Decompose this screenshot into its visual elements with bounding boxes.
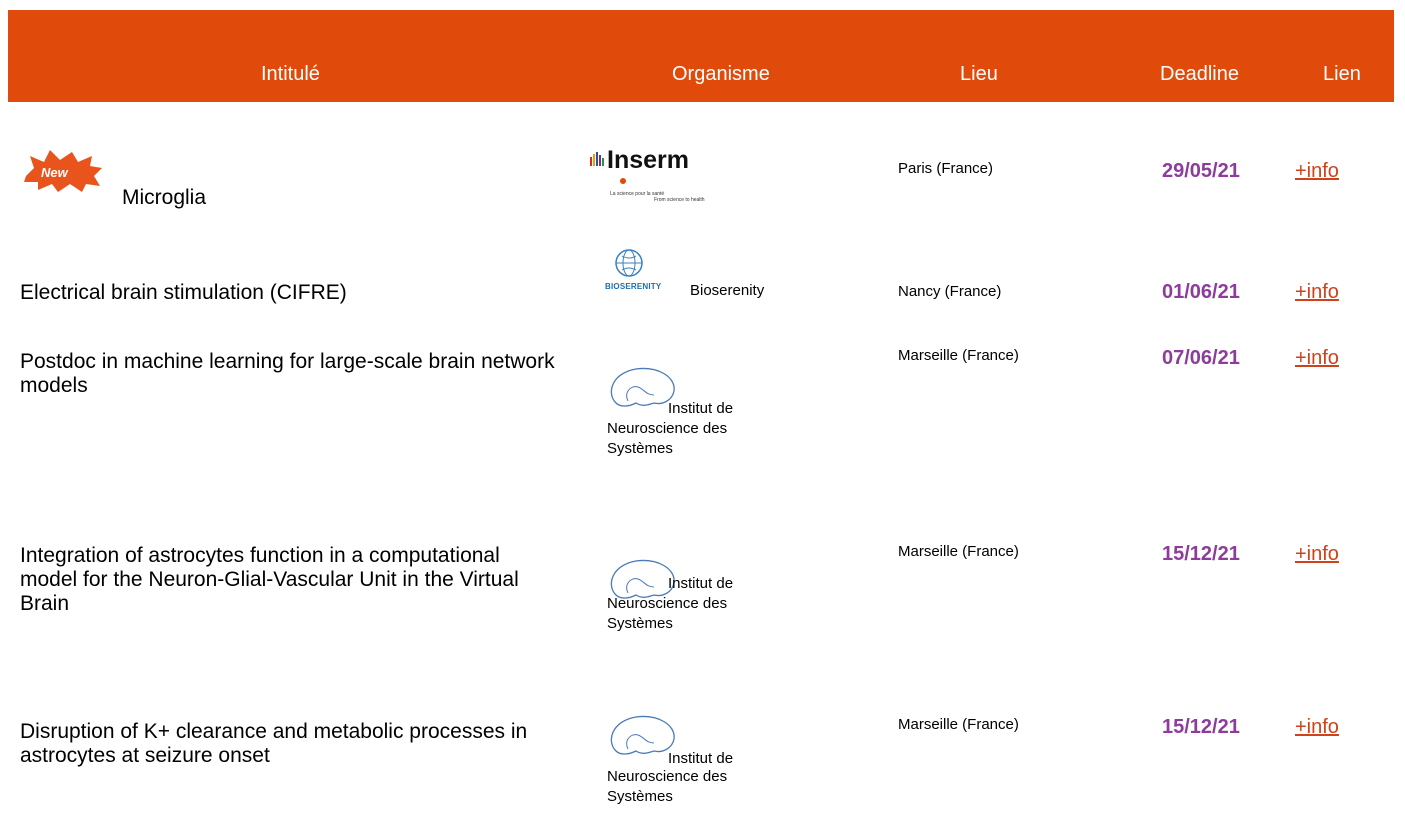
info-link[interactable]: +info [1295, 281, 1339, 304]
inserm-tagline-en: From science to health [654, 197, 705, 203]
offer-location: Paris (France) [898, 160, 994, 177]
offer-location: Marseille (France) [898, 543, 1019, 560]
offer-deadline: 15/12/21 [1162, 716, 1240, 738]
offer-deadline: 01/06/21 [1162, 281, 1240, 303]
offer-location: Marseille (France) [898, 716, 1019, 733]
inserm-wordmark: Inserm [607, 146, 689, 174]
offer-organism-rest: Neuroscience des Systèmes [607, 595, 728, 632]
header-lien: Lien [1323, 63, 1361, 85]
info-link[interactable]: +info [1295, 543, 1339, 566]
info-link[interactable]: +info [1295, 716, 1339, 739]
offer-deadline: 07/06/21 [1162, 347, 1240, 369]
inserm-logo: Inserm La science pour la santé From sci… [588, 146, 758, 212]
offer-organism: Bioserenity [690, 282, 765, 299]
info-link[interactable]: +info [1295, 160, 1339, 183]
offer-deadline: 15/12/21 [1162, 543, 1240, 565]
bioserenity-logo: BIOSERENITY [605, 248, 665, 296]
offer-organism-rest: Neuroscience des Systèmes [607, 420, 728, 457]
globe-icon [615, 249, 643, 277]
offer-title: Microglia [122, 186, 207, 209]
bioserenity-wordmark: BIOSERENITY [605, 282, 662, 291]
table-header: Intitulé Organisme Lieu Deadline Lien [8, 10, 1394, 102]
new-badge-label: New [41, 165, 69, 180]
offer-title: Postdoc in machine learning for large-sc… [20, 350, 555, 397]
info-link[interactable]: +info [1295, 347, 1339, 370]
offer-location: Nancy (France) [898, 283, 1002, 300]
offer-title: Integration of astrocytes function in a … [20, 544, 519, 615]
header-intitule: Intitulé [261, 63, 320, 85]
offer-organism-line1: Institut de [668, 750, 734, 767]
offer-location: Marseille (France) [898, 347, 1019, 364]
inserm-dot [620, 178, 626, 184]
offer-organism-line1: Institut de [668, 575, 734, 592]
offer-organism-line1: Institut de [668, 400, 734, 417]
offer-title: Electrical brain stimulation (CIFRE) [20, 281, 347, 304]
header-lieu: Lieu [960, 63, 998, 85]
offer-organism-rest: Neuroscience des Systèmes [607, 768, 728, 805]
offer-title: Disruption of K+ clearance and metabolic… [20, 720, 528, 767]
new-badge-icon: New [24, 150, 102, 192]
header-organisme: Organisme [672, 63, 770, 85]
inserm-mark-icon [590, 152, 604, 166]
offer-deadline: 29/05/21 [1162, 160, 1240, 182]
header-deadline: Deadline [1160, 63, 1239, 85]
